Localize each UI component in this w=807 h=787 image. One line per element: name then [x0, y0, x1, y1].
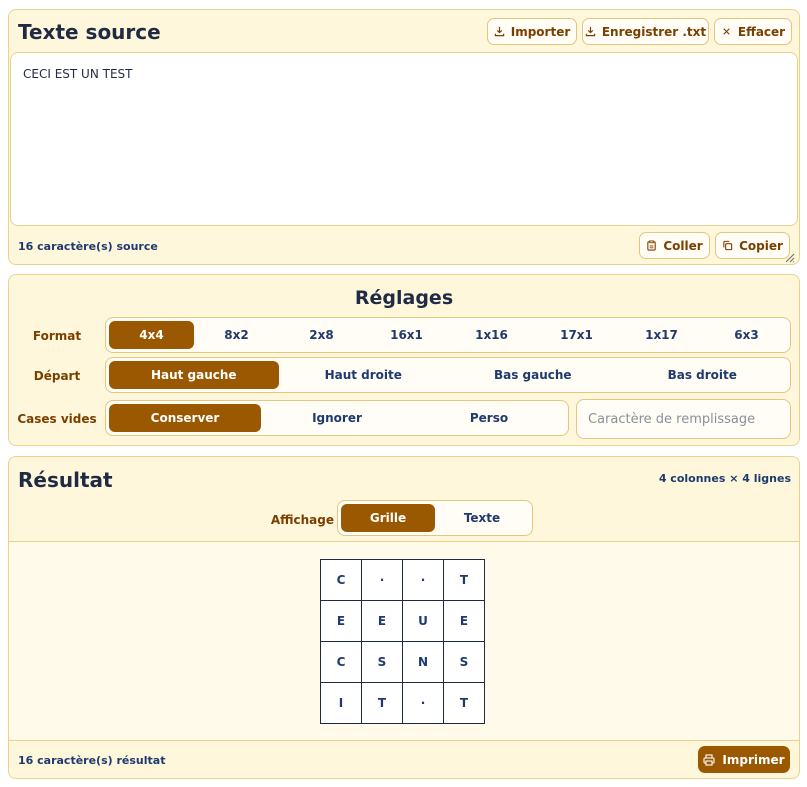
save-txt-button-label: Enregistrer .txt — [601, 24, 707, 39]
result-dimensions: 4 colonnes × 4 lignes — [658, 472, 791, 485]
copy-button[interactable]: Copier — [715, 232, 790, 259]
empty-cells-selector: Conserver Ignorer Perso — [105, 400, 569, 436]
paste-button-label: Coller — [663, 238, 703, 253]
download-icon — [585, 26, 596, 37]
clear-button-label: Effacer — [737, 24, 786, 39]
result-panel-title: Résultat — [18, 468, 113, 492]
result-grid: C · · T E E U E C S N S I T · T — [320, 559, 485, 724]
print-button-label: Imprimer — [722, 752, 785, 767]
view-label: Affichage — [270, 513, 334, 527]
start-selector: Haut gauche Haut droite Bas gauche Bas droi… — [105, 357, 791, 393]
start-option[interactable]: Bas gauche — [448, 361, 618, 389]
format-option[interactable]: 4x4 — [109, 321, 194, 349]
start-option[interactable]: Haut droite — [279, 361, 449, 389]
copy-button-label: Copier — [739, 238, 783, 253]
grid-cell: U — [403, 601, 444, 642]
printer-icon — [703, 753, 715, 766]
clear-button[interactable]: Effacer — [714, 18, 792, 45]
grid-cell: E — [362, 601, 403, 642]
format-option[interactable]: 1x17 — [619, 321, 704, 349]
empty-cells-option[interactable]: Perso — [413, 404, 565, 432]
grid-cell: T — [444, 683, 485, 724]
format-option[interactable]: 1x16 — [449, 321, 534, 349]
format-option[interactable]: 16x1 — [364, 321, 449, 349]
paste-button[interactable]: Coller — [639, 232, 710, 259]
clipboard-icon — [646, 240, 657, 251]
import-button-label: Importer — [510, 24, 571, 39]
grid-cell: C — [321, 560, 362, 601]
start-option[interactable]: Bas droite — [618, 361, 788, 389]
fill-character-input[interactable] — [576, 399, 791, 439]
source-panel-header: Texte source Importer Enregistrer .txt E… — [9, 10, 799, 52]
save-txt-button[interactable]: Enregistrer .txt — [582, 18, 709, 45]
grid-cell: E — [321, 601, 362, 642]
grid-cell: S — [444, 642, 485, 683]
grid-cell: E — [444, 601, 485, 642]
empty-cells-option[interactable]: Ignorer — [261, 404, 413, 432]
import-button[interactable]: Importer — [487, 18, 577, 45]
download-icon — [494, 26, 505, 37]
settings-panel: Réglages Format 4x4 8x2 2x8 16x1 1x16 17x1 1x1… — [8, 274, 800, 446]
empty-cells-label: Cases vides — [17, 412, 97, 426]
copy-icon — [722, 240, 733, 251]
result-char-count: 16 caractère(s) résultat — [18, 754, 166, 767]
start-label: Départ — [33, 369, 81, 383]
format-selector: 4x4 8x2 2x8 16x1 1x16 17x1 1x17 6x3 — [105, 317, 791, 353]
source-panel: Texte source Importer Enregistrer .txt E… — [8, 9, 800, 265]
source-char-count: 16 caractère(s) source — [18, 240, 158, 253]
start-option[interactable]: Haut gauche — [109, 361, 279, 389]
view-option[interactable]: Texte — [435, 504, 529, 532]
grid-cell: N — [403, 642, 444, 683]
view-selector: Grille Texte — [337, 500, 533, 536]
grid-cell: · — [403, 560, 444, 601]
result-body: C · · T E E U E C S N S I T · T — [9, 541, 799, 741]
source-panel-title: Texte source — [18, 20, 161, 44]
close-icon — [721, 26, 732, 37]
format-option[interactable]: 17x1 — [534, 321, 619, 349]
empty-cells-option[interactable]: Conserver — [109, 404, 261, 432]
grid-cell: I — [321, 683, 362, 724]
print-button[interactable]: Imprimer — [698, 746, 790, 773]
format-option[interactable]: 2x8 — [279, 321, 364, 349]
grid-cell: T — [444, 560, 485, 601]
format-label: Format — [32, 329, 82, 343]
format-option[interactable]: 6x3 — [704, 321, 789, 349]
grid-cell: C — [321, 642, 362, 683]
grid-cell: T — [362, 683, 403, 724]
format-option[interactable]: 8x2 — [194, 321, 279, 349]
settings-panel-title: Réglages — [354, 287, 454, 309]
grid-cell: S — [362, 642, 403, 683]
grid-cell: · — [403, 683, 444, 724]
source-textarea[interactable] — [10, 52, 798, 226]
result-panel: Résultat 4 colonnes × 4 lignes Affichage… — [8, 456, 800, 779]
view-option[interactable]: Grille — [341, 504, 435, 532]
grid-cell: · — [362, 560, 403, 601]
